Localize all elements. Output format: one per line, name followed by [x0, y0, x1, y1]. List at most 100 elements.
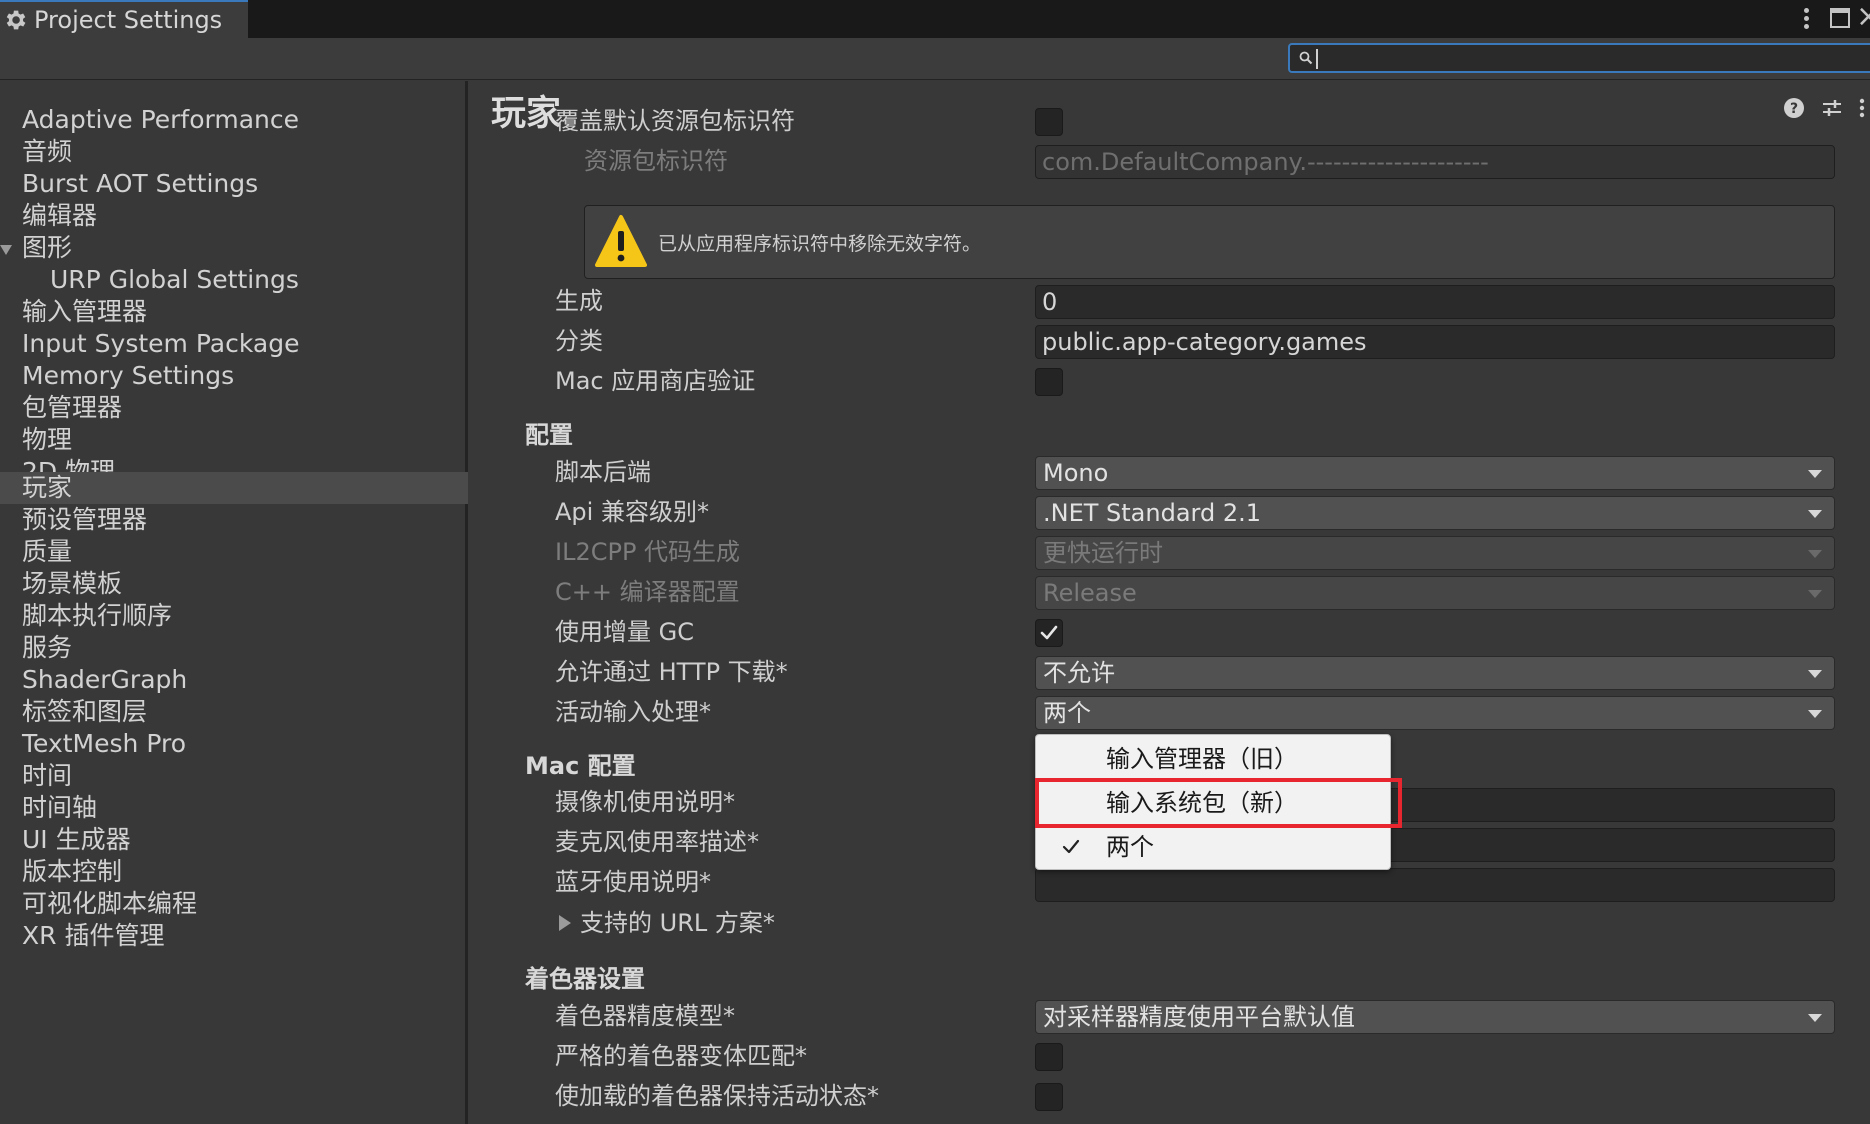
incremental-gc-checkbox[interactable] — [1035, 619, 1063, 647]
dropdown-value: 更快运行时 — [1043, 539, 1163, 567]
mac-store-validation-checkbox[interactable] — [1035, 368, 1063, 396]
cpp-compiler-dropdown: Release — [1035, 576, 1835, 610]
chevron-down-icon — [1808, 590, 1822, 598]
cpp-compiler-label: C++ 编译器配置 — [555, 578, 740, 606]
sidebar-item-tags-layers[interactable]: 标签和图层 — [0, 696, 468, 728]
menu-item-both[interactable]: 两个 — [1036, 825, 1392, 869]
text-caret — [1316, 49, 1318, 69]
sidebar-item-burst-aot[interactable]: Burst AOT Settings — [0, 168, 468, 200]
warning-message: 已从应用程序标识符中移除无效字符。 — [658, 233, 982, 255]
sidebar-item-scene-template[interactable]: 场景模板 — [0, 568, 468, 600]
sidebar-item-ui-builder[interactable]: UI 生成器 — [0, 824, 468, 856]
build-label: 生成 — [555, 287, 603, 315]
dropdown-value: Mono — [1043, 459, 1109, 487]
sidebar-item-timeline[interactable]: 时间轴 — [0, 792, 468, 824]
sidebar-item-audio[interactable]: 音频 — [0, 136, 468, 168]
menu-item-input-manager-old[interactable]: 输入管理器（旧） — [1036, 737, 1392, 781]
sidebar-item-time[interactable]: 时间 — [0, 760, 468, 792]
chevron-down-icon — [1808, 550, 1822, 558]
sidebar-item-services[interactable]: 服务 — [0, 632, 468, 664]
sidebar-item-version-control[interactable]: 版本控制 — [0, 856, 468, 888]
search-icon — [1299, 51, 1313, 65]
warning-icon — [595, 215, 647, 267]
window-title: Project Settings — [34, 6, 223, 34]
bluetooth-usage-field[interactable] — [1035, 868, 1835, 902]
chevron-down-icon — [1808, 1014, 1822, 1022]
scripting-backend-dropdown[interactable]: Mono — [1035, 456, 1835, 490]
close-icon[interactable]: × — [1856, 2, 1870, 32]
http-download-dropdown[interactable]: 不允许 — [1035, 656, 1835, 690]
checkmark-icon — [1062, 839, 1080, 854]
override-bundle-id-checkbox[interactable] — [1035, 108, 1063, 136]
dropdown-value: Release — [1043, 579, 1137, 607]
mic-usage-label: 麦克风使用率描述* — [555, 828, 759, 856]
keep-loaded-shaders-label: 使加载的着色器保持活动状态* — [555, 1082, 879, 1110]
sidebar-item-player[interactable]: 玩家 — [0, 472, 468, 504]
sidebar-item-memory[interactable]: Memory Settings — [0, 360, 468, 392]
expand-arrow-icon[interactable] — [0, 245, 12, 255]
scripting-backend-label: 脚本后端 — [555, 458, 651, 486]
dropdown-value: 两个 — [1043, 699, 1091, 727]
gear-icon — [6, 10, 26, 30]
chevron-down-icon — [1808, 510, 1822, 518]
section-mac-configuration: Mac 配置 — [525, 752, 636, 780]
sidebar-item-shadergraph[interactable]: ShaderGraph — [0, 664, 468, 696]
sidebar-item-quality[interactable]: 质量 — [0, 536, 468, 568]
strict-variant-checkbox[interactable] — [1035, 1043, 1063, 1071]
override-bundle-id-label: 覆盖默认资源包标识符 — [555, 107, 795, 135]
svg-text:?: ? — [1790, 101, 1798, 117]
incremental-gc-label: 使用增量 GC — [555, 618, 694, 646]
highlight-box — [1035, 778, 1402, 828]
api-level-label: Api 兼容级别* — [555, 498, 709, 526]
sidebar-item-input-manager[interactable]: 输入管理器 — [0, 296, 468, 328]
sidebar-item-xr-plugin[interactable]: XR 插件管理 — [0, 920, 468, 952]
preset-sliders-icon[interactable] — [1821, 97, 1843, 119]
sidebar-item-physics[interactable]: 物理 — [0, 424, 468, 456]
section-configuration: 配置 — [525, 421, 573, 449]
title-bar: Project Settings × — [0, 0, 1870, 38]
bundle-id-label: 资源包标识符 — [584, 147, 728, 175]
il2cpp-codegen-dropdown: 更快运行时 — [1035, 536, 1835, 570]
active-input-label: 活动输入处理* — [555, 698, 711, 726]
toolbar — [0, 38, 1870, 80]
dropdown-value: 对采样器精度使用平台默认值 — [1043, 1003, 1355, 1031]
checkmark-icon — [1040, 625, 1058, 640]
http-download-label: 允许通过 HTTP 下载* — [555, 658, 788, 686]
sidebar-item-input-system[interactable]: Input System Package — [0, 328, 468, 360]
il2cpp-codegen-label: IL2CPP 代码生成 — [555, 538, 741, 566]
window-tab[interactable]: Project Settings — [0, 0, 248, 38]
menu-item-label: 两个 — [1106, 833, 1154, 861]
category-label: 分类 — [555, 327, 603, 355]
keep-loaded-shaders-checkbox[interactable] — [1035, 1083, 1063, 1111]
section-shader-settings: 着色器设置 — [525, 965, 645, 993]
camera-usage-label: 摄像机使用说明* — [555, 788, 735, 816]
api-level-dropdown[interactable]: .NET Standard 2.1 — [1035, 496, 1835, 530]
maximize-icon[interactable] — [1830, 8, 1850, 28]
shader-precision-dropdown[interactable]: 对采样器精度使用平台默认值 — [1035, 1000, 1835, 1034]
search-box[interactable] — [1288, 43, 1870, 73]
build-field[interactable]: 0 — [1035, 285, 1835, 319]
sidebar-item-package-manager[interactable]: 包管理器 — [0, 392, 468, 424]
help-icon[interactable]: ? — [1783, 97, 1805, 119]
active-input-dropdown[interactable]: 两个 — [1035, 696, 1835, 730]
sidebar-item-preset-manager[interactable]: 预设管理器 — [0, 504, 468, 536]
sidebar-item-adaptive-performance[interactable]: Adaptive Performance — [0, 104, 468, 136]
expand-arrow-icon[interactable] — [559, 915, 571, 931]
sidebar-item-visual-scripting[interactable]: 可视化脚本编程 — [0, 888, 468, 920]
page-title: 玩家 — [491, 94, 562, 134]
more-options-icon[interactable] — [1800, 6, 1812, 32]
sidebar-item-editor[interactable]: 编辑器 — [0, 200, 468, 232]
chevron-down-icon — [1808, 710, 1822, 718]
sidebar-item-urp-global[interactable]: URP Global Settings — [0, 264, 468, 296]
sidebar-item-graphics[interactable]: 图形 — [0, 232, 468, 264]
bundle-id-field: com.DefaultCompany.--------------------- — [1035, 145, 1835, 179]
chevron-down-icon — [1808, 470, 1822, 478]
strict-variant-label: 严格的着色器变体匹配* — [555, 1042, 807, 1070]
search-input[interactable] — [1320, 46, 1860, 70]
bluetooth-usage-label: 蓝牙使用说明* — [555, 868, 711, 896]
sidebar-item-script-order[interactable]: 脚本执行顺序 — [0, 600, 468, 632]
url-schemes-foldout[interactable]: 支持的 URL 方案* — [580, 908, 775, 938]
category-field[interactable]: public.app-category.games — [1035, 325, 1835, 359]
sidebar-item-textmesh-pro[interactable]: TextMesh Pro — [0, 728, 468, 760]
more-options-icon[interactable] — [1857, 97, 1867, 119]
